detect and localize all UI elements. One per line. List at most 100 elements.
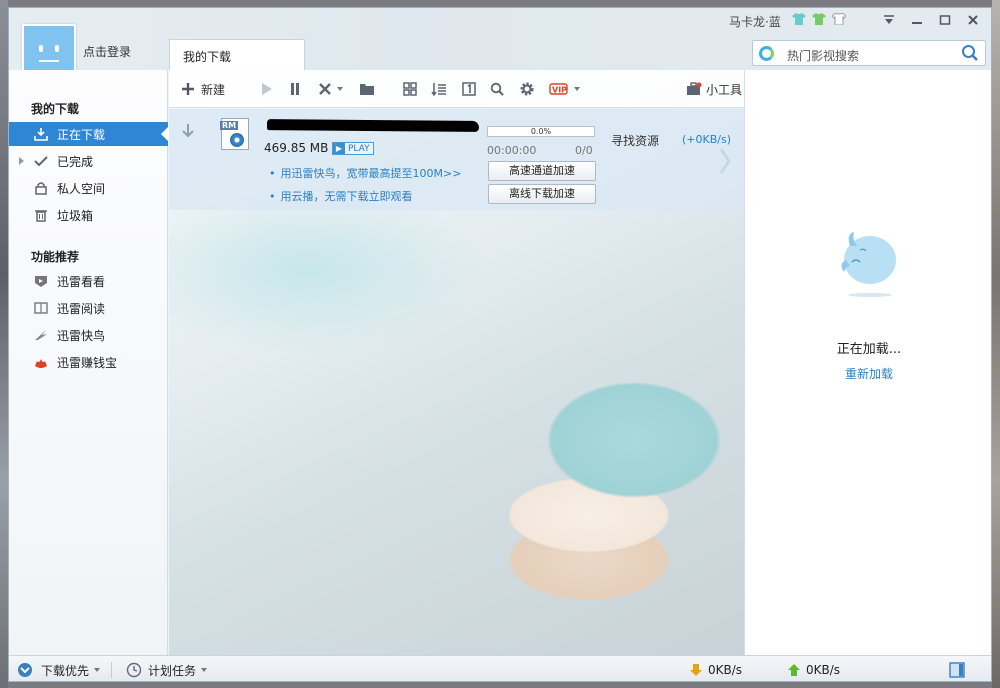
clock-icon <box>126 662 142 678</box>
baidu-watermark-url: jingyan.baidu.com <box>775 632 923 651</box>
divider <box>111 662 112 678</box>
video-search-box[interactable]: 热门影视搜索 <box>752 40 986 66</box>
sort-button[interactable] <box>431 79 447 99</box>
tshirt-blue-icon[interactable] <box>792 13 806 25</box>
sidebar-item-kankan[interactable]: 迅雷看看 <box>9 269 168 293</box>
cloud-play-link[interactable]: 用云播，无需下载立即观看 <box>269 188 413 204</box>
skin-icons <box>792 12 847 26</box>
play-label: PLAY <box>348 144 370 154</box>
delete-button[interactable] <box>318 79 343 99</box>
window-controls <box>877 11 985 29</box>
redacted-filename <box>266 119 480 132</box>
close-icon[interactable] <box>961 11 985 29</box>
rm-file-icon: RM <box>220 118 249 150</box>
search-icon[interactable] <box>961 44 979 62</box>
folder-icon <box>360 84 374 95</box>
tshirt-white-icon[interactable] <box>831 12 847 26</box>
find-resource-label: 寻找资源 <box>611 134 660 148</box>
sidebar-item-private-space[interactable]: 私人空间 <box>9 176 168 200</box>
login-link[interactable]: 点击登录 <box>83 43 131 60</box>
scheduled-tasks-button[interactable]: 计划任务 <box>126 662 208 678</box>
reload-link[interactable]: 重新加载 <box>745 365 991 382</box>
toolbar: 新建 VIP 小工具 <box>169 70 744 108</box>
status-bar: 下载优先 计划任务 0KB/s 0KB/s <box>9 655 991 681</box>
sidebar: 我的下载 正在下载 已完成 私人空间 垃圾箱 功能推荐 迅雷看看 迅雷阅读 迅雷… <box>9 70 169 655</box>
tools-button[interactable]: 小工具 <box>686 79 742 99</box>
sidebar-item-reading[interactable]: 迅雷阅读 <box>9 296 168 320</box>
delete-x-icon <box>319 83 331 95</box>
download-tray-icon <box>33 126 49 142</box>
minimize-icon[interactable] <box>905 11 929 29</box>
avatar-mouth <box>39 60 59 62</box>
start-button[interactable] <box>259 79 273 99</box>
kuainiao-promo-link[interactable]: 用迅雷快鸟，宽带最高提至100M>> <box>269 165 462 181</box>
chevron-down-icon[interactable] <box>574 87 580 91</box>
download-priority-button[interactable]: 下载优先 <box>17 662 101 678</box>
chevron-down-icon[interactable] <box>337 87 343 91</box>
lock-icon <box>33 180 49 196</box>
new-task-button[interactable]: 新建 <box>181 79 225 99</box>
up-arrow-icon <box>788 664 800 676</box>
svg-text:VIP: VIP <box>552 86 567 95</box>
sidebar-item-completed[interactable]: 已完成 <box>9 149 168 173</box>
high-speed-channel-button[interactable]: 高速通道加速 <box>488 161 596 181</box>
right-info-panel: 正在加载... 重新加载 <box>744 70 991 655</box>
search-input[interactable]: 热门影视搜索 <box>787 47 859 64</box>
sidebar-item-label: 垃圾箱 <box>57 208 94 223</box>
trash-icon <box>33 207 49 223</box>
avatar-eye <box>55 45 59 52</box>
view-mode-button[interactable] <box>403 79 417 99</box>
baidu-watermark: Bai du 经验 <box>760 589 982 630</box>
loading-text: 正在加载... <box>836 342 902 357</box>
progress-text: 0.0% <box>530 127 552 136</box>
schedule-label: 计划任务 <box>148 663 197 678</box>
plus-icon <box>182 83 194 95</box>
tab-my-downloads[interactable]: 我的下载 <box>169 39 305 70</box>
panel-toggle-button[interactable] <box>949 662 965 678</box>
vip-icon: VIP <box>549 83 568 95</box>
sidebar-item-label: 迅雷看看 <box>57 274 106 289</box>
expand-caret-icon[interactable] <box>19 157 24 165</box>
one-task-icon <box>462 82 476 96</box>
sidebar-item-kuainiao[interactable]: 迅雷快鸟 <box>9 323 168 347</box>
upload-speed: 0KB/s <box>788 662 840 678</box>
sidebar-item-downloading[interactable]: 正在下载 <box>9 122 169 146</box>
sidebar-item-label: 迅雷赚钱宝 <box>57 355 118 370</box>
menu-dropdown-icon[interactable] <box>877 11 901 29</box>
sidebar-item-zhuanqianbao[interactable]: 迅雷赚钱宝 <box>9 350 168 374</box>
play-button[interactable]: ▶ PLAY <box>332 142 374 155</box>
loading-bird-icon <box>836 220 900 301</box>
pause-button[interactable] <box>288 79 302 99</box>
sort-icon <box>431 83 446 96</box>
new-task-label: 新建 <box>201 82 226 97</box>
vip-button[interactable]: VIP <box>549 79 580 99</box>
sidebar-item-label: 迅雷快鸟 <box>57 328 106 343</box>
book-icon <box>33 300 49 316</box>
search-task-button[interactable] <box>490 79 504 99</box>
title-bar: 点击登录 马卡龙·蓝 热门影视搜索 我的下载 <box>9 8 991 78</box>
tshirt-green-icon[interactable] <box>812 13 826 25</box>
money-treasure-icon <box>33 354 49 370</box>
sidebar-item-label: 迅雷阅读 <box>57 301 106 316</box>
section-title-features: 功能推荐 <box>31 250 80 264</box>
chevron-right-icon[interactable] <box>719 147 731 178</box>
desktop-background-left <box>0 0 8 688</box>
progress-bar: 0.0% <box>487 126 595 137</box>
gear-icon <box>520 82 534 96</box>
pause-icon <box>291 83 299 95</box>
disc-icon <box>230 133 244 147</box>
download-list-area: 新建 VIP 小工具 RM 469.85 MB ▶ PLAY • 用迅雷快鸟，宽… <box>169 70 744 655</box>
maximize-icon[interactable] <box>933 11 957 29</box>
skin-name[interactable]: 马卡龙·蓝 <box>729 13 781 30</box>
settings-button[interactable] <box>519 79 535 99</box>
download-task-row[interactable]: RM 469.85 MB ▶ PLAY 用迅雷快鸟，宽带最高提至100M>> 用… <box>169 109 744 210</box>
kankan-logo-icon <box>759 46 774 61</box>
offline-download-button[interactable]: 离线下载加速 <box>488 184 596 204</box>
checkmark-icon <box>33 153 49 169</box>
play-icon: ▶ <box>333 143 345 154</box>
file-size: 469.85 MB <box>264 141 329 155</box>
upload-speed-value: 0KB/s <box>806 663 841 677</box>
sidebar-item-trash[interactable]: 垃圾箱 <box>9 203 168 227</box>
open-folder-button[interactable] <box>359 79 375 99</box>
single-task-button[interactable] <box>462 79 476 99</box>
